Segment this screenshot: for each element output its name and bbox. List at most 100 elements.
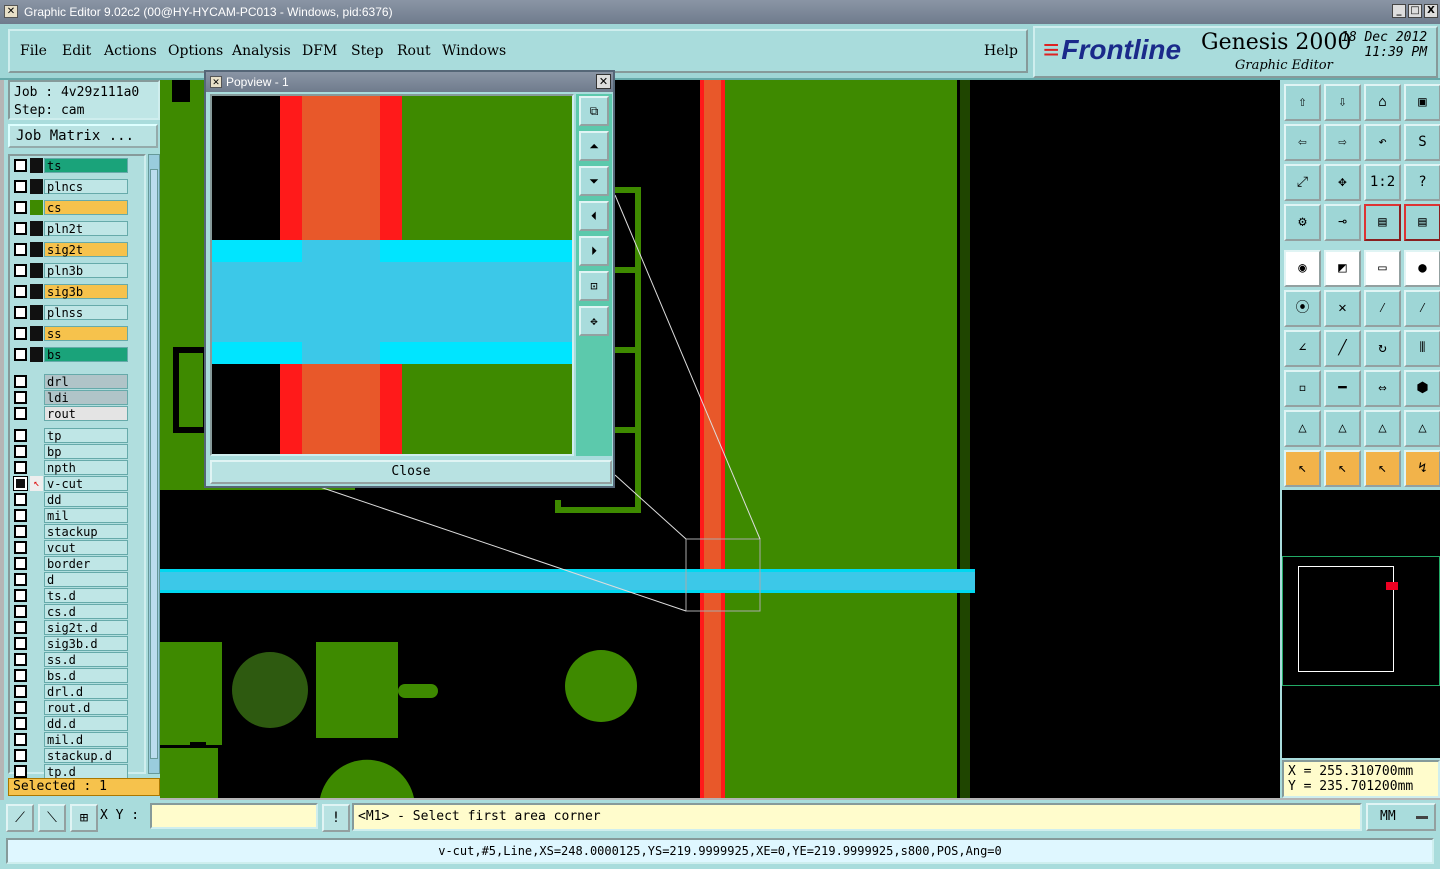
layer-checkbox[interactable] xyxy=(14,493,27,506)
layer-name[interactable]: npth xyxy=(44,460,128,475)
home-icon[interactable]: ⌂ xyxy=(1364,84,1401,121)
layer-checkbox[interactable] xyxy=(14,749,27,762)
layer-row[interactable]: drl.d xyxy=(14,684,132,699)
layer-row[interactable]: pln2t xyxy=(14,221,132,236)
layer-name[interactable]: bs xyxy=(44,347,128,362)
job-matrix-button[interactable]: Job Matrix ... xyxy=(8,124,158,148)
popview-pan-down-icon[interactable]: ⏷ xyxy=(579,166,609,196)
layer-row[interactable]: ↖ v-cut xyxy=(13,476,132,491)
layer-row[interactable]: bs.d xyxy=(14,668,132,683)
layer-checkbox[interactable] xyxy=(14,557,27,570)
zoom-center-icon[interactable]: ✥ xyxy=(1324,164,1361,201)
layer-checkbox[interactable] xyxy=(14,589,27,602)
layer-name[interactable]: mil.d xyxy=(44,732,128,747)
measure-icon[interactable]: ⟍ xyxy=(38,804,66,832)
layer-stack-icon[interactable]: ▤ xyxy=(1364,204,1401,241)
layer-row[interactable]: rout.d xyxy=(14,700,132,715)
layer-checkbox[interactable] xyxy=(14,201,27,214)
layer-name[interactable]: plncs xyxy=(44,179,128,194)
layer-name[interactable]: plnss xyxy=(44,305,128,320)
select-icon[interactable]: ↖ xyxy=(1284,450,1321,487)
layer-color-swatch[interactable] xyxy=(30,242,43,257)
layer-row[interactable]: stackup.d xyxy=(14,748,132,763)
layer-name[interactable]: cs xyxy=(44,200,128,215)
layer-checkbox[interactable] xyxy=(14,525,27,538)
popview-pan-up-icon[interactable]: ⏶ xyxy=(579,131,609,161)
zoom-fit-icon[interactable]: ⤢ xyxy=(1284,164,1321,201)
layer-row[interactable]: mil.d xyxy=(14,732,132,747)
layer-name[interactable]: v-cut xyxy=(44,476,128,491)
layer-row[interactable]: ts xyxy=(14,158,132,173)
layer-name[interactable]: stackup.d xyxy=(44,748,128,763)
layer-name[interactable]: drl.d xyxy=(44,684,128,699)
connect-icon[interactable]: ⦿ xyxy=(1284,290,1321,327)
layer-row[interactable]: ss xyxy=(14,326,132,341)
layer-name[interactable]: ldi xyxy=(44,390,128,405)
layer-name[interactable]: drl xyxy=(44,374,128,389)
layer-name[interactable]: vcut xyxy=(44,540,128,555)
layer-color-swatch[interactable] xyxy=(30,305,43,320)
layer-checkbox[interactable] xyxy=(14,180,27,193)
color-icon[interactable]: ◩ xyxy=(1324,250,1361,287)
layer-name[interactable]: stackup xyxy=(44,524,128,539)
layer-row[interactable]: sig3b xyxy=(14,284,132,299)
layer-checkbox[interactable] xyxy=(14,717,27,730)
add-pad-icon[interactable]: ◉ xyxy=(1284,250,1321,287)
layer-row[interactable]: border xyxy=(14,556,132,571)
popview-close-button[interactable]: Close xyxy=(210,460,612,484)
menu-step[interactable]: Step xyxy=(351,43,383,59)
layer-row[interactable]: dd.d xyxy=(14,716,132,731)
probe-icon[interactable]: ⊸ xyxy=(1324,204,1361,241)
layer-name[interactable]: rout.d xyxy=(44,700,128,715)
minimize-button[interactable]: _ xyxy=(1392,4,1406,18)
layer-row[interactable]: ss.d xyxy=(14,652,132,667)
circle-icon[interactable]: ● xyxy=(1404,250,1440,287)
move-node-icon[interactable]: ⁄ xyxy=(1404,290,1440,327)
line-icon[interactable]: ━ xyxy=(1324,370,1361,407)
layer-name[interactable]: ss.d xyxy=(44,652,128,667)
menu-windows[interactable]: Windows xyxy=(442,43,506,59)
layer-checkbox[interactable] xyxy=(14,701,27,714)
layer-checkbox[interactable] xyxy=(14,621,27,634)
layer-row[interactable]: npth xyxy=(14,460,132,475)
menu-options[interactable]: Options xyxy=(168,43,223,59)
layer-name[interactable]: d xyxy=(44,572,128,587)
layer-name[interactable]: dd.d xyxy=(44,716,128,731)
window-icon[interactable]: ▣ xyxy=(1404,84,1440,121)
layer-checkbox[interactable] xyxy=(14,348,27,361)
layer-checkbox[interactable] xyxy=(14,509,27,522)
layer-checkbox[interactable] xyxy=(14,243,27,256)
scrollbar-thumb[interactable] xyxy=(150,169,158,759)
layer-row[interactable]: dd xyxy=(14,492,132,507)
grid-icon[interactable]: ⊞ xyxy=(70,804,98,832)
layer-row[interactable]: cs.d xyxy=(14,604,132,619)
maximize-button[interactable]: □ xyxy=(1408,4,1422,18)
layer-scrollbar[interactable] xyxy=(148,154,160,774)
layer-row[interactable]: bs xyxy=(14,347,132,362)
layer-name[interactable]: bp xyxy=(44,444,128,459)
undo-icon[interactable]: ↶ xyxy=(1364,124,1401,161)
select-3-icon[interactable]: ↖ xyxy=(1364,450,1401,487)
layer-checkbox[interactable] xyxy=(14,685,27,698)
layer-checkbox[interactable] xyxy=(14,375,27,388)
work-layer-icon[interactable]: ↖ xyxy=(30,476,43,491)
popview-fit-icon[interactable]: ⊡ xyxy=(579,271,609,301)
popview-center-icon[interactable]: ✥ xyxy=(579,306,609,336)
layer-name[interactable]: ts.d xyxy=(44,588,128,603)
layer-checkbox[interactable] xyxy=(13,476,28,491)
alert-icon[interactable]: ! xyxy=(322,804,350,832)
layer-row[interactable]: ldi xyxy=(14,390,132,405)
add-node-icon[interactable]: ⁄ xyxy=(1364,290,1401,327)
layer-color-swatch[interactable] xyxy=(30,263,43,278)
layer-checkbox[interactable] xyxy=(14,264,27,277)
layer-row[interactable]: vcut xyxy=(14,540,132,555)
layer-checkbox[interactable] xyxy=(14,733,27,746)
popview-pan-left-icon[interactable]: ⏴ xyxy=(579,201,609,231)
layer-name[interactable]: tp.d xyxy=(44,764,128,779)
help-icon[interactable]: ? xyxy=(1404,164,1440,201)
snap-icon[interactable]: ⟋ xyxy=(6,804,34,832)
layer-row[interactable]: bp xyxy=(14,444,132,459)
layer-checkbox[interactable] xyxy=(14,573,27,586)
layer-checkbox[interactable] xyxy=(14,445,27,458)
layer-checkbox[interactable] xyxy=(14,669,27,682)
